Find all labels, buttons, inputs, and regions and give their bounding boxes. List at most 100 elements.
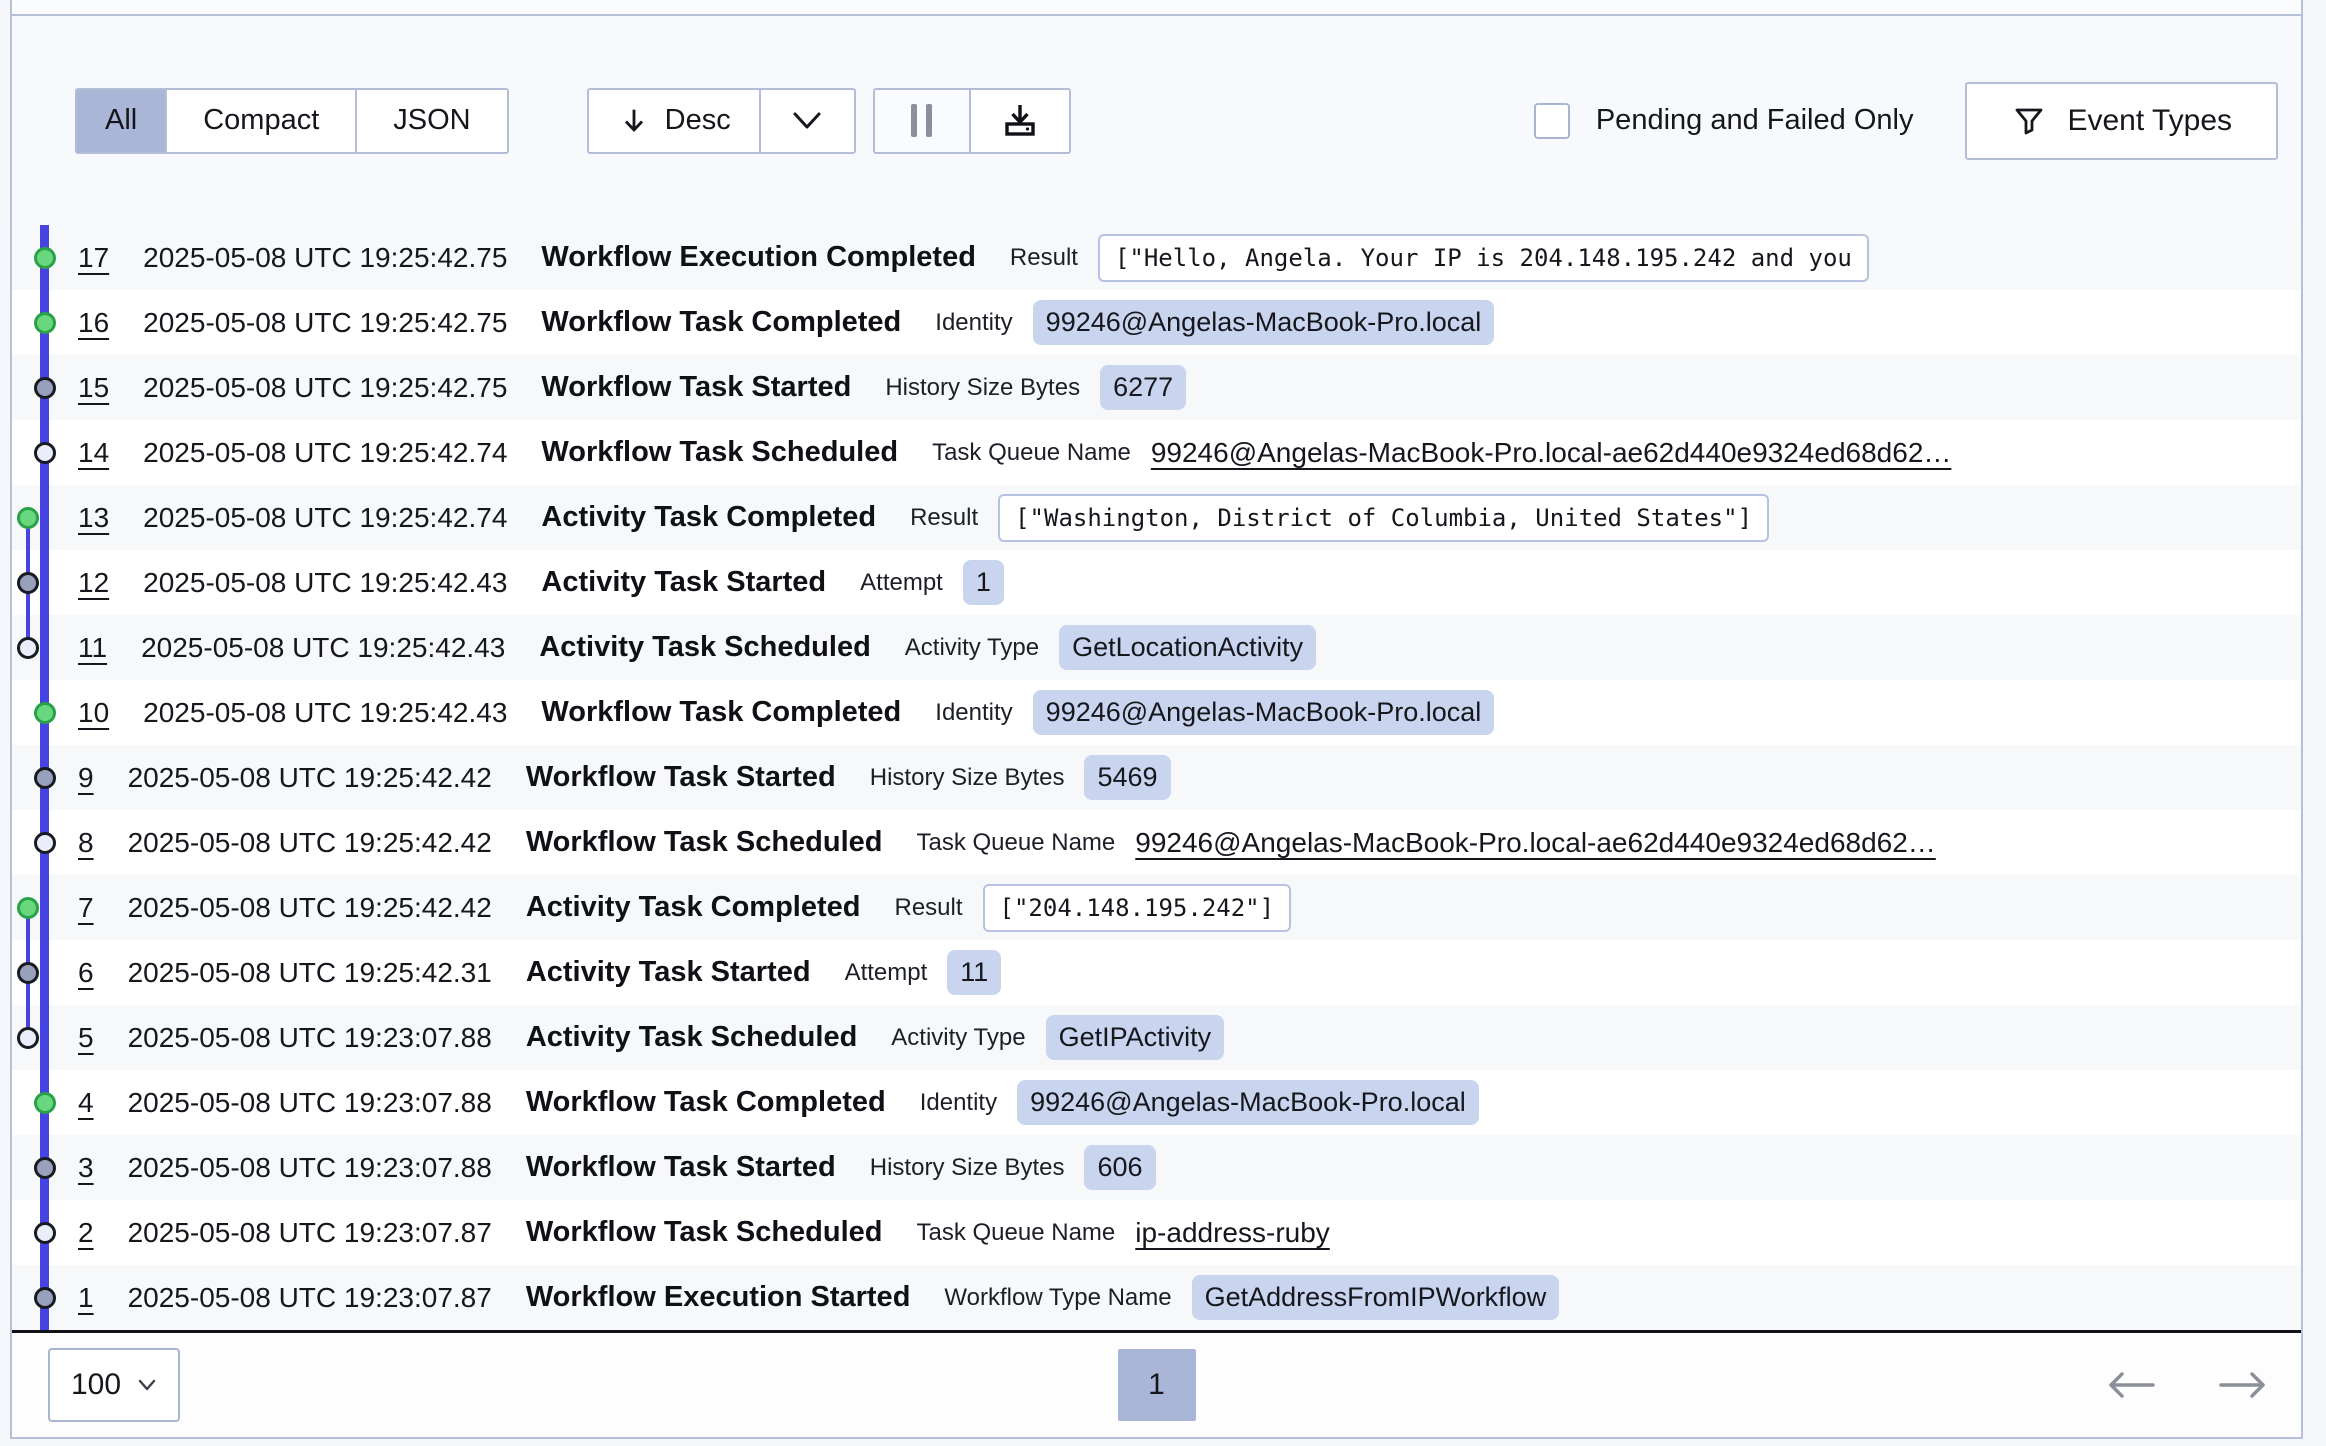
event-detail-label: History Size Bytes xyxy=(885,374,1080,402)
event-name: Workflow Task Completed xyxy=(541,306,901,339)
event-timestamp: 2025-05-08 UTC 19:23:07.87 xyxy=(128,1217,492,1249)
event-row[interactable]: 112025-05-08 UTC 19:25:42.43Activity Tas… xyxy=(12,615,2301,680)
event-timestamp: 2025-05-08 UTC 19:23:07.87 xyxy=(128,1282,492,1314)
event-timestamp: 2025-05-08 UTC 19:23:07.88 xyxy=(128,1152,492,1184)
history-actions-group xyxy=(873,88,1071,154)
event-row[interactable]: 82025-05-08 UTC 19:25:42.42Workflow Task… xyxy=(12,810,2301,875)
event-id-link[interactable]: 12 xyxy=(78,567,109,599)
event-detail-label: Task Queue Name xyxy=(917,1219,1116,1247)
event-detail-value-badge: 1 xyxy=(963,560,1004,605)
event-detail-value-link[interactable]: 99246@Angelas-MacBook-Pro.local-ae62d440… xyxy=(1135,827,1936,859)
event-name: Workflow Execution Completed xyxy=(541,241,976,274)
event-name: Workflow Task Started xyxy=(526,1151,836,1184)
event-detail-label: Identity xyxy=(935,309,1012,337)
event-types-filter-button[interactable]: Event Types xyxy=(1965,82,2278,160)
event-detail-label: Result xyxy=(895,894,963,922)
event-detail: Activity TypeGetLocationActivity xyxy=(905,625,1316,670)
event-id-link[interactable]: 6 xyxy=(78,957,94,989)
event-detail: History Size Bytes6277 xyxy=(885,365,1186,410)
event-detail: History Size Bytes606 xyxy=(870,1145,1156,1190)
event-status-dot-scheduled xyxy=(17,637,39,659)
event-id-link[interactable]: 14 xyxy=(78,437,109,469)
sort-order-split-button: Desc xyxy=(587,88,856,154)
event-detail-value-code: ["204.148.195.242"] xyxy=(983,884,1292,932)
event-id-link[interactable]: 5 xyxy=(78,1022,94,1054)
event-id-link[interactable]: 3 xyxy=(78,1152,94,1184)
event-detail-value-badge: 5469 xyxy=(1084,755,1170,800)
pending-failed-only-checkbox[interactable] xyxy=(1534,103,1570,139)
pause-updates-button[interactable] xyxy=(875,90,971,152)
event-row[interactable]: 7 2025-05-08 UTC 19:25:42.42 Activity Task… xyxy=(12,875,2301,940)
event-row[interactable]: 62025-05-08 UTC 19:25:42.31Activity Task… xyxy=(12,940,2301,1005)
event-row[interactable]: 142025-05-08 UTC 19:25:42.74Workflow Tas… xyxy=(12,420,2301,485)
event-detail-label: Identity xyxy=(920,1089,997,1117)
event-detail-label: Result xyxy=(910,504,978,532)
event-id-link[interactable]: 13 xyxy=(78,502,109,534)
event-id-link[interactable]: 1 xyxy=(78,1282,94,1314)
event-detail-value-link[interactable]: ip-address-ruby xyxy=(1135,1217,1330,1249)
event-row[interactable]: 4 2025-05-08 UTC 19:23:07.88 Workflow Task… xyxy=(12,1070,2301,1135)
event-detail-value-badge: 99246@Angelas-MacBook-Pro.local xyxy=(1033,300,1495,345)
event-row[interactable]: 3 2025-05-08 UTC 19:23:07.88 Workflow Task… xyxy=(12,1135,2301,1200)
event-status-dot-started xyxy=(34,1157,56,1179)
event-id-link[interactable]: 2 xyxy=(78,1217,94,1249)
event-id-link[interactable]: 16 xyxy=(78,307,109,339)
event-timestamp: 2025-05-08 UTC 19:23:07.88 xyxy=(128,1087,492,1119)
event-id-link[interactable]: 17 xyxy=(78,242,109,274)
event-detail-label: Attempt xyxy=(845,959,928,987)
pause-icon xyxy=(911,104,917,137)
event-row[interactable]: 102025-05-08 UTC 19:25:42.43Workflow Tas… xyxy=(12,680,2301,745)
pending-failed-only-toggle: Pending and Failed Only xyxy=(1534,103,1914,139)
event-name: Activity Task Started xyxy=(526,956,811,989)
event-name: Activity Task Completed xyxy=(526,891,861,924)
event-id-link[interactable]: 11 xyxy=(78,632,107,664)
event-timestamp: 2025-05-08 UTC 19:25:42.43 xyxy=(141,632,505,664)
event-name: Workflow Task Completed xyxy=(526,1086,886,1119)
event-detail-label: Identity xyxy=(935,699,1012,727)
event-detail-value-link[interactable]: 99246@Angelas-MacBook-Pro.local-ae62d440… xyxy=(1151,437,1952,469)
sort-desc-label: Desc xyxy=(665,104,731,137)
event-detail-value-badge: 11 xyxy=(947,950,1001,995)
event-row[interactable]: 152025-05-08 UTC 19:25:42.75Workflow Tas… xyxy=(12,355,2301,420)
event-id-link[interactable]: 9 xyxy=(78,762,94,794)
event-id-link[interactable]: 7 xyxy=(78,892,94,924)
event-detail-label: Task Queue Name xyxy=(932,439,1131,467)
event-row[interactable]: 122025-05-08 UTC 19:25:42.43Activity Tas… xyxy=(12,550,2301,615)
next-page-arrow-icon[interactable] xyxy=(2213,1369,2271,1401)
event-id-link[interactable]: 15 xyxy=(78,372,109,404)
event-detail-value-code: ["Hello, Angela. Your IP is 204.148.195.… xyxy=(1098,234,1869,282)
event-id-link[interactable]: 10 xyxy=(78,697,109,729)
event-row[interactable]: 52025-05-08 UTC 19:23:07.88Activity Task… xyxy=(12,1005,2301,1070)
event-row[interactable]: 12025-05-08 UTC 19:23:07.87Workflow Exec… xyxy=(12,1265,2301,1330)
panel-top-divider xyxy=(12,0,2301,16)
event-status-dot-completed xyxy=(34,702,56,724)
event-detail-label: Attempt xyxy=(860,569,943,597)
chevron-down-icon xyxy=(789,109,825,133)
event-status-dot-completed xyxy=(17,897,39,919)
event-timestamp: 2025-05-08 UTC 19:25:42.42 xyxy=(128,892,492,924)
event-row[interactable]: 22025-05-08 UTC 19:23:07.87Workflow Task… xyxy=(12,1200,2301,1265)
event-detail-label: Activity Type xyxy=(891,1024,1025,1052)
event-row[interactable]: 172025-05-08 UTC 19:25:42.75Workflow Exe… xyxy=(12,225,2301,290)
event-timestamp: 2025-05-08 UTC 19:25:42.75 xyxy=(143,372,507,404)
sort-desc-button[interactable]: Desc xyxy=(589,90,761,152)
event-id-link[interactable]: 8 xyxy=(78,827,94,859)
event-detail-value-badge: GetLocationActivity xyxy=(1059,625,1316,670)
event-detail-label: Result xyxy=(1010,244,1078,272)
event-detail: Identity99246@Angelas-MacBook-Pro.local xyxy=(920,1080,1479,1125)
view-mode-compact[interactable]: Compact xyxy=(167,90,357,152)
previous-page-arrow-icon[interactable] xyxy=(2103,1369,2161,1401)
sort-order-menu-button[interactable] xyxy=(761,90,854,152)
event-row[interactable]: 132025-05-08 UTC 19:25:42.74Activity Tas… xyxy=(12,485,2301,550)
event-row[interactable]: 162025-05-08 UTC 19:25:42.75Workflow Tas… xyxy=(12,290,2301,355)
event-id-link[interactable]: 4 xyxy=(78,1087,94,1119)
filter-funnel-icon xyxy=(2011,103,2047,139)
download-history-button[interactable] xyxy=(971,90,1069,152)
event-row[interactable]: 92025-05-08 UTC 19:25:42.42Workflow Task… xyxy=(12,745,2301,810)
pending-failed-only-label[interactable]: Pending and Failed Only xyxy=(1596,104,1914,137)
page-size-select[interactable]: 100 xyxy=(48,1348,180,1422)
event-name: Activity Task Scheduled xyxy=(526,1021,857,1054)
view-mode-json[interactable]: JSON xyxy=(357,90,506,152)
view-mode-all[interactable]: All xyxy=(77,90,167,152)
event-detail: Result["Washington, District of Columbia… xyxy=(910,494,1769,542)
